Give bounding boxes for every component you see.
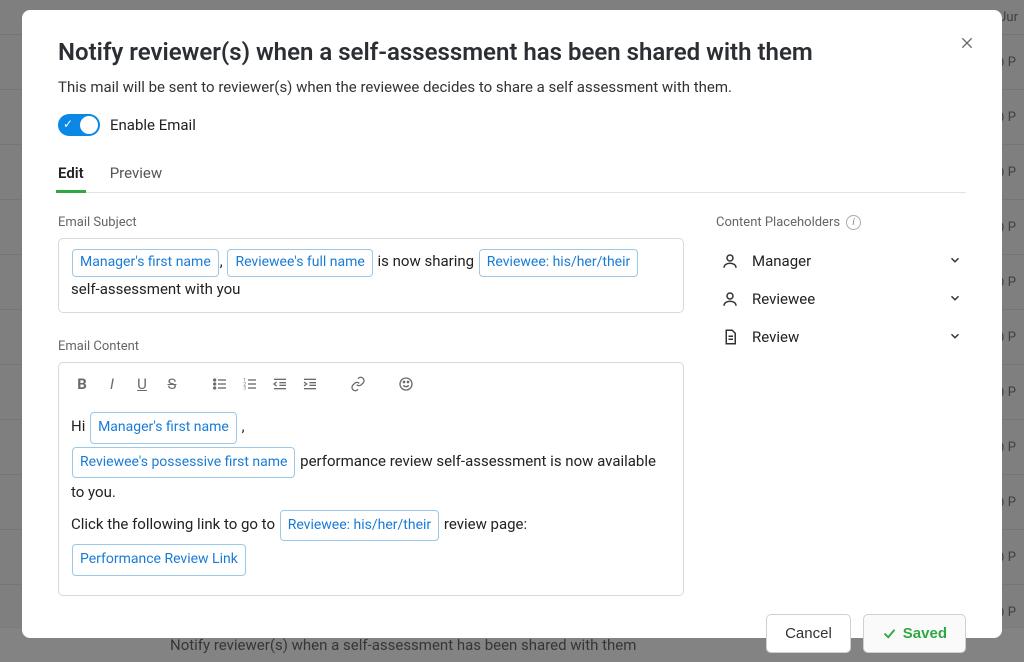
person-icon: [720, 289, 740, 309]
placeholders-panel: Content Placeholders i Manager Reviewee: [716, 215, 966, 596]
left-column: Email Subject Manager's first name, Revi…: [58, 215, 684, 596]
enable-email-row: ✓ Enable Email: [58, 114, 966, 136]
text: self-assessment with you: [71, 280, 240, 298]
content-editor: B I U S 123 Hi Manager's first name ,: [58, 362, 684, 595]
emoji-button[interactable]: [393, 371, 419, 397]
placeholder-chip[interactable]: Reviewee's possessive first name: [72, 447, 295, 478]
modal: Notify reviewer(s) when a self-assessmen…: [22, 10, 1002, 638]
placeholder-chip[interactable]: Manager's first name: [90, 412, 237, 443]
placeholders-header-text: Content Placeholders: [716, 215, 840, 230]
strike-button[interactable]: S: [159, 371, 185, 397]
link-button[interactable]: [345, 371, 371, 397]
tabs: Edit Preview: [58, 160, 966, 193]
modal-title: Notify reviewer(s) when a self-assessmen…: [58, 38, 966, 66]
placeholder-chip[interactable]: Performance Review Link: [72, 544, 246, 575]
outdent-button[interactable]: [267, 371, 293, 397]
text: Click the following link to go to: [71, 515, 279, 533]
text: ,: [220, 252, 223, 270]
text: is now sharing: [374, 252, 478, 270]
text: ,: [238, 417, 245, 435]
placeholder-chip[interactable]: Reviewee: his/her/their: [479, 249, 638, 277]
placeholder-chip[interactable]: Reviewee: his/her/their: [280, 510, 439, 541]
placeholder-item-manager[interactable]: Manager: [716, 242, 966, 280]
modal-body: Email Subject Manager's first name, Revi…: [58, 215, 966, 596]
placeholder-chip[interactable]: Reviewee's full name: [227, 249, 372, 277]
indent-button[interactable]: [297, 371, 323, 397]
content-body[interactable]: Hi Manager's first name , Reviewee's pos…: [59, 405, 683, 594]
placeholder-chip[interactable]: Manager's first name: [72, 249, 219, 277]
subject-label: Email Subject: [58, 215, 684, 230]
tab-edit[interactable]: Edit: [58, 160, 84, 192]
placeholder-label: Reviewee: [752, 290, 815, 308]
info-icon[interactable]: i: [846, 215, 861, 230]
placeholders-header: Content Placeholders i: [716, 215, 966, 230]
text: Hi: [71, 417, 89, 435]
tab-preview[interactable]: Preview: [110, 160, 162, 192]
svg-text:3: 3: [243, 386, 246, 392]
enable-email-label: Enable Email: [110, 116, 196, 134]
toggle-knob: [80, 116, 98, 134]
chevron-down-icon: [948, 252, 962, 271]
chevron-down-icon: [948, 290, 962, 309]
text: review page:: [440, 515, 527, 533]
cancel-button[interactable]: Cancel: [766, 614, 851, 653]
check-icon: ✓: [63, 117, 73, 131]
bullet-list-button[interactable]: [207, 371, 233, 397]
document-icon: [720, 327, 740, 347]
modal-subtitle: This mail will be sent to reviewer(s) wh…: [58, 78, 966, 96]
saved-button[interactable]: Saved: [863, 614, 966, 653]
placeholder-label: Manager: [752, 252, 811, 270]
italic-button[interactable]: I: [99, 371, 125, 397]
placeholder-label: Review: [752, 328, 799, 346]
ordered-list-button[interactable]: 123: [237, 371, 263, 397]
placeholder-item-reviewee[interactable]: Reviewee: [716, 280, 966, 318]
bold-button[interactable]: B: [69, 371, 95, 397]
subject-input[interactable]: Manager's first name, Reviewee's full na…: [58, 238, 684, 313]
placeholder-item-review[interactable]: Review: [716, 318, 966, 356]
editor-toolbar: B I U S 123: [59, 363, 683, 405]
chevron-down-icon: [948, 328, 962, 347]
close-button[interactable]: [954, 30, 980, 56]
underline-button[interactable]: U: [129, 371, 155, 397]
enable-email-toggle[interactable]: ✓: [58, 114, 100, 136]
saved-label: Saved: [903, 625, 947, 642]
person-icon: [720, 251, 740, 271]
modal-footer: Cancel Saved: [58, 614, 966, 653]
content-label: Email Content: [58, 339, 684, 354]
